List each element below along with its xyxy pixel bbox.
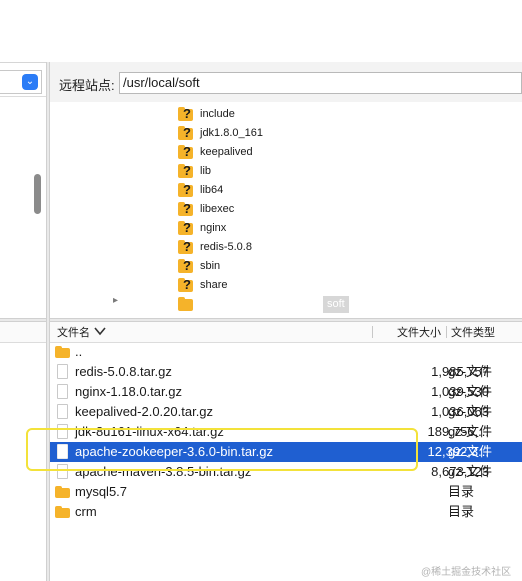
folder-icon (55, 506, 70, 518)
unknown-folder-icon: ? (178, 182, 193, 199)
column-separator[interactable] (372, 326, 373, 338)
unknown-folder-icon: ? (178, 201, 193, 218)
folder-icon (178, 296, 193, 313)
toolbar-area (0, 0, 522, 63)
file-row[interactable]: redis-5.0.8.tar.gz 1,985,757 gz-文件 (50, 362, 522, 382)
file-icon (57, 404, 68, 419)
remote-site-path-input[interactable]: /usr/local/soft (119, 72, 522, 94)
tree-item-label: keepalived (200, 146, 253, 158)
file-type: gz-文件 (448, 464, 493, 479)
unknown-folder-icon: ? (178, 220, 193, 237)
remote-directory-tree[interactable]: ? include? jdk1.8.0_161? keepalived? lib? lib… (50, 102, 522, 318)
unknown-folder-icon: ? (178, 277, 193, 294)
file-icon (57, 384, 68, 399)
file-name: crm (75, 504, 97, 519)
file-name: .. (75, 344, 83, 359)
file-row[interactable]: keepalived-2.0.20.tar.gz 1,036,063 gz-文件 (50, 402, 522, 422)
unknown-folder-icon: ? (178, 125, 193, 142)
local-site-dropdown-button[interactable]: ⌄ (22, 74, 38, 90)
file-type: gz-文件 (448, 384, 493, 399)
file-type: gz-文件 (448, 404, 493, 419)
file-type: gz-文件 (448, 424, 493, 439)
column-separator[interactable] (446, 326, 447, 338)
tree-item-label: libexec (200, 203, 235, 215)
column-header-filename[interactable]: 文件名 (57, 322, 90, 344)
tree-item-label: redis-5.0.8 (200, 241, 252, 253)
sort-chevron-icon[interactable] (94, 326, 106, 336)
unknown-folder-icon: ? (178, 239, 193, 256)
remote-site-label: 远程站点: (59, 78, 115, 93)
file-row[interactable]: .. (50, 342, 522, 362)
tree-item-label: lib (200, 165, 212, 177)
file-name: mysql5.7 (75, 484, 128, 499)
file-row[interactable]: crm 目录 (50, 502, 522, 522)
folder-icon (55, 346, 70, 358)
tree-item-label: share (200, 279, 228, 291)
tree-item-label: nginx (200, 222, 227, 234)
annotation-highlight-box (26, 428, 418, 471)
watermark: @稀土掘金技术社区 (421, 567, 512, 578)
tree-item-label: soft (323, 296, 349, 313)
tree-item-label: include (200, 108, 235, 120)
chevron-down-icon: ⌄ (25, 76, 35, 87)
tree-item-label: sbin (200, 260, 221, 272)
column-header-filesize[interactable]: 文件大小 (397, 322, 441, 344)
column-header-filetype[interactable]: 文件类型 (451, 322, 495, 344)
tree-item-label: jdk1.8.0_161 (200, 127, 263, 139)
file-type: 目录 (448, 484, 475, 499)
file-type: gz-文件 (448, 364, 493, 379)
unknown-folder-icon: ? (178, 144, 193, 161)
file-icon (57, 364, 68, 379)
folder-icon (55, 486, 70, 498)
file-type: 目录 (448, 504, 475, 519)
tree-item-label: lib64 (200, 184, 224, 196)
file-name: redis-5.0.8.tar.gz (75, 364, 172, 379)
file-name: keepalived-2.0.20.tar.gz (75, 404, 214, 419)
unknown-folder-icon: ? (178, 106, 193, 123)
local-file-list-header (0, 322, 46, 343)
file-name: nginx-1.18.0.tar.gz (75, 384, 182, 399)
unknown-folder-icon: ? (178, 163, 193, 180)
file-row[interactable]: mysql5.7 目录 (50, 482, 522, 502)
local-tree-scrollbar[interactable] (34, 174, 41, 214)
file-row[interactable]: nginx-1.18.0.tar.gz 1,039,530 gz-文件 (50, 382, 522, 402)
file-type: gz-文件 (448, 444, 493, 459)
unknown-folder-icon: ? (178, 258, 193, 275)
expand-arrow-icon[interactable]: ▸ (113, 295, 123, 307)
